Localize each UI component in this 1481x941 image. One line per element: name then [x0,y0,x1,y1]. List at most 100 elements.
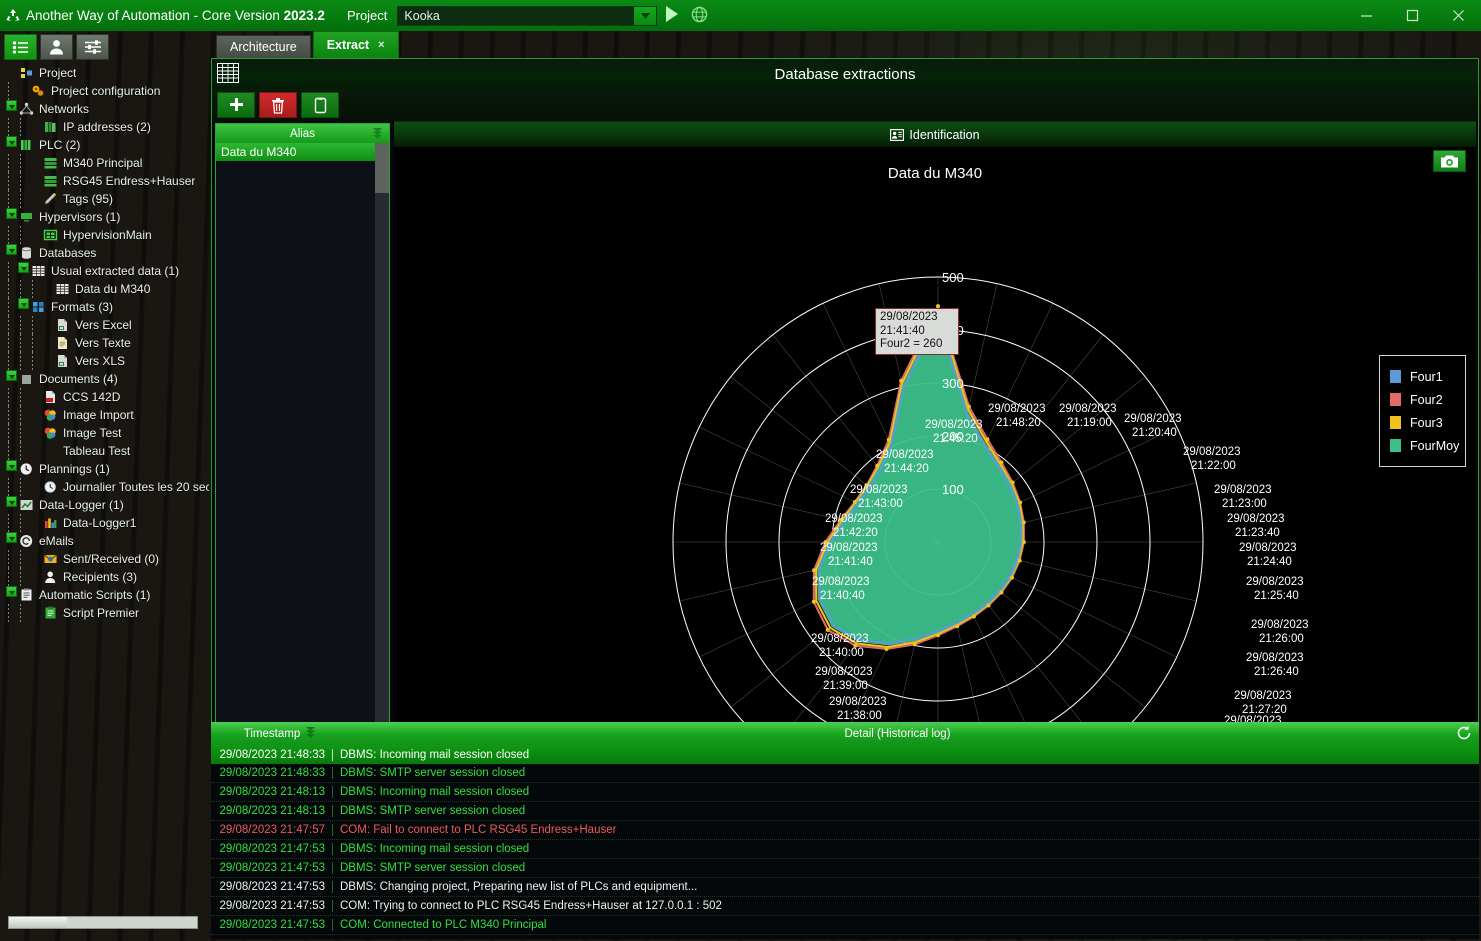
tree-item-data-logger-1[interactable]: Data-Logger (1) [0,496,209,514]
tree-item-data-logger1[interactable]: Data-Logger1 [0,514,209,532]
add-button[interactable] [217,92,255,118]
tree-item-usual-extracted-data-1[interactable]: Usual extracted data (1) [0,262,209,280]
globe-icon[interactable] [691,6,708,26]
tree-item-networks[interactable]: Networks [0,100,209,118]
chevron-down-icon[interactable] [6,370,17,381]
table-row[interactable]: 29/08/2023 21:47:53 DBMS: Changing projec… [211,878,1479,897]
chevron-down-icon[interactable] [6,244,17,255]
table-row[interactable]: 29/08/2023 21:48:13 DBMS: SMTP server ses… [211,802,1479,821]
tree-expander[interactable] [6,460,18,478]
tree-item-plannings-1[interactable]: Plannings (1) [0,460,209,478]
chevron-down-icon[interactable] [6,100,17,111]
tree-item-vers-xls[interactable]: Vers XLS [0,352,209,370]
tree-item-hypervisors-1[interactable]: Hypervisors (1) [0,208,209,226]
table-row[interactable]: 29/08/2023 21:47:57 COM: Fail to connect … [211,821,1479,840]
tree-item-emails[interactable]: eMails [0,532,209,550]
tree-item-image-test[interactable]: Image Test [0,424,209,442]
tree-item-sent-received-0[interactable]: Sent/Received (0) [0,550,209,568]
chevron-down-icon[interactable] [6,496,17,507]
tree-expander[interactable] [6,244,18,262]
data-point [986,603,991,608]
legend-item-four3[interactable]: Four3 [1390,411,1465,434]
svg-text:29/08/2023: 29/08/2023 [1214,484,1272,496]
minimize-button[interactable] [1343,0,1389,31]
tree-expander[interactable] [6,532,18,550]
legend-item-four1[interactable]: Four1 [1390,365,1465,388]
tree-expander[interactable] [6,496,18,514]
tree-item-vers-excel[interactable]: Vers Excel [0,316,209,334]
refresh-icon[interactable] [1456,725,1472,744]
table-row[interactable]: 29/08/2023 21:47:53 COM: Connected to PLC… [211,916,1479,935]
tree-item-databases[interactable]: Databases [0,244,209,262]
device-icon [42,155,59,171]
table-row[interactable]: 29/08/2023 21:48:33 DBMS: SMTP server ses… [211,764,1479,783]
table-row[interactable]: 29/08/2023 21:47:53 DBMS: SMTP server ses… [211,859,1479,878]
tree-item-tableau-test[interactable]: Tableau Test [0,442,209,460]
play-icon[interactable] [663,5,681,26]
project-combobox[interactable]: Kooka [397,5,658,26]
tree-item-ccs-142d[interactable]: CCS 142D [0,388,209,406]
chevron-down-icon[interactable] [6,460,17,471]
tree-item-recipients-3[interactable]: Recipients (3) [0,568,209,586]
tree-item-formats-3[interactable]: Formats (3) [0,298,209,316]
tree-item-hypervisionmain[interactable]: HypervisionMain [0,226,209,244]
tab-architecture[interactable]: Architecture [216,35,311,58]
table-row[interactable]: 29/08/2023 21:48:33 DBMS: Incoming mail s… [211,745,1479,764]
chevron-down-icon[interactable] [6,208,17,219]
tree-expander[interactable] [18,262,30,280]
tree-item-plc-2[interactable]: PLC (2) [0,136,209,154]
scrollbar-thumb[interactable] [375,143,389,193]
tree-item-data-du-m340[interactable]: Data du M340 [0,280,209,298]
tree-item-vers-texte[interactable]: Vers Texte [0,334,209,352]
table-row[interactable]: 29/08/2023 21:48:13 DBMS: Incoming mail s… [211,783,1479,802]
tree-expander[interactable] [6,136,18,154]
accordion-section-identification[interactable]: Identification [394,121,1476,147]
maximize-button[interactable] [1389,0,1435,31]
list-view-button[interactable] [4,34,37,60]
tree-item-project-configuration[interactable]: Project configuration [0,82,209,100]
scrollbar-thumb[interactable] [9,917,67,928]
log-column-detail[interactable]: Detail (Historical log) [316,728,1479,740]
gears-icon [30,83,47,99]
alias-scrollbar[interactable] [375,143,389,776]
sort-icon[interactable] [372,127,383,142]
close-button[interactable] [1435,0,1481,31]
svg-text:21:26:00: 21:26:00 [1259,633,1304,645]
delete-button[interactable] [259,92,297,118]
duplicate-button[interactable] [301,92,339,118]
sort-icon[interactable] [305,726,316,741]
tab-extract[interactable]: Extract × [312,31,399,58]
tree-expander[interactable] [6,208,18,226]
chevron-down-icon[interactable] [18,262,29,273]
tree-expander[interactable] [6,586,18,604]
chevron-down-icon[interactable] [18,298,29,309]
table-row[interactable]: 29/08/2023 21:47:53 DBMS: Incoming mail s… [211,840,1479,859]
tree-expander[interactable] [18,298,30,316]
alias-column-header[interactable]: Alias [216,124,389,143]
project-tree[interactable]: Project Project configuration Networks IP a… [0,64,209,909]
tree-item-script-premier[interactable]: Script Premier [0,604,209,622]
close-icon[interactable]: × [378,39,384,51]
tree-item-documents-4[interactable]: Documents (4) [0,370,209,388]
tree-horizontal-scrollbar[interactable] [8,916,198,929]
chevron-down-icon[interactable] [6,532,17,543]
tree-item-journalier-toutes-les-20-seco[interactable]: Journalier Toutes les 20 seco [0,478,209,496]
tree-item-automatic-scripts-1[interactable]: Automatic Scripts (1) [0,586,209,604]
legend-item-fourmoy[interactable]: FourMoy [1390,434,1465,457]
chevron-down-icon[interactable] [634,6,657,25]
tree-expander[interactable] [6,370,18,388]
user-button[interactable] [40,34,73,60]
tree-expander[interactable] [6,100,18,118]
tree-item-tags-95[interactable]: Tags (95) [0,190,209,208]
tree-item-rsg45-endress-hauser[interactable]: RSG45 Endress+Hauser [0,172,209,190]
legend-item-four2[interactable]: Four2 [1390,388,1465,411]
sliders-icon[interactable] [76,34,109,60]
list-item[interactable]: Data du M340 [216,143,389,161]
tree-item-ip-addresses-2[interactable]: IP addresses (2) [0,118,209,136]
chevron-down-icon[interactable] [6,586,17,597]
tree-item-project[interactable]: Project [0,64,209,82]
chevron-down-icon[interactable] [6,136,17,147]
tree-item-m340-principal[interactable]: M340 Principal [0,154,209,172]
table-row[interactable]: 29/08/2023 21:47:53 COM: Trying to connec… [211,897,1479,916]
tree-item-image-import[interactable]: Image Import [0,406,209,424]
